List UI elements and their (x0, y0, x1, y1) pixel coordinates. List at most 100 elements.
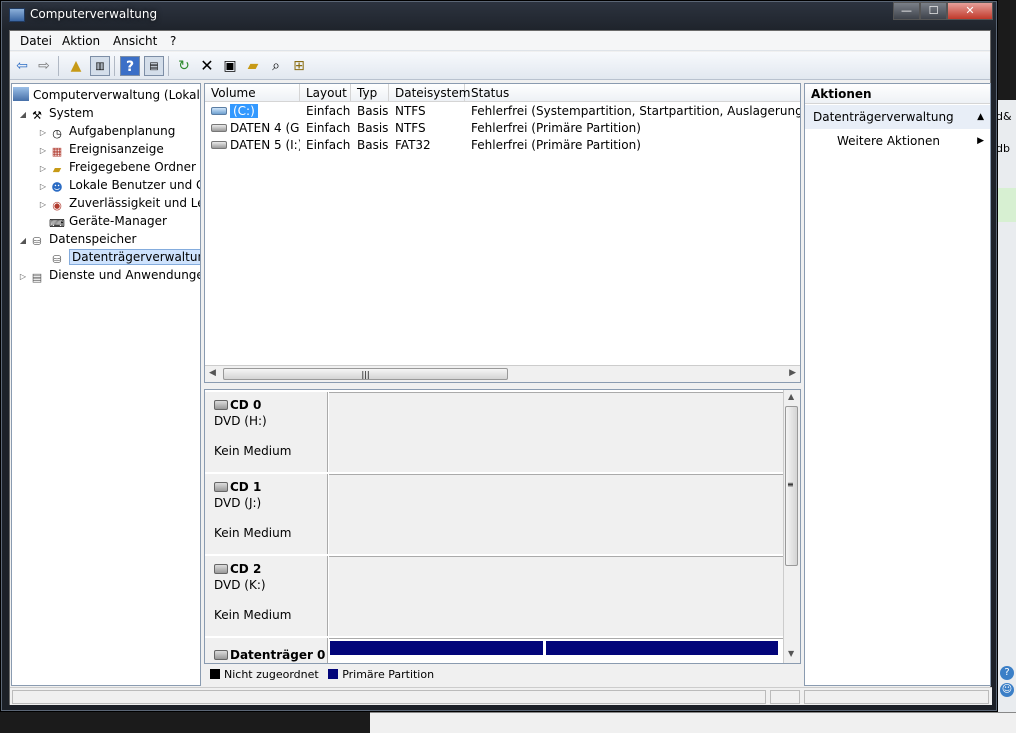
expand-arrow-icon[interactable]: ▷ (17, 268, 29, 286)
tree-item-dienste[interactable]: ▷ ▤ Dienste und Anwendungen (17, 266, 200, 286)
services-icon: ▤ (31, 271, 43, 284)
primary-partition-bar[interactable] (330, 641, 543, 655)
shared-folder-icon: ▰ (52, 163, 62, 176)
tree-item-geraete-manager[interactable]: ⌨ Geräte-Manager (49, 212, 167, 230)
disk-row[interactable]: Datenträger 0 (205, 638, 783, 663)
legend-unallocated: Nicht zugeordnet (224, 668, 319, 681)
volume-icon (211, 141, 227, 149)
disk-management-icon: ⛁ (52, 253, 62, 266)
show-hide-tree-icon[interactable]: ▥ (90, 56, 110, 76)
forward-arrow-icon[interactable]: ⇨ (34, 56, 54, 76)
status-pane (770, 690, 800, 704)
disk-partition-area[interactable] (329, 638, 783, 663)
show-hide-action-pane-icon[interactable]: ▤ (144, 56, 164, 76)
tree-item-root[interactable]: Computerverwaltung (Lokal) (13, 86, 200, 104)
back-arrow-icon[interactable]: ⇦ (12, 56, 32, 76)
disk-row[interactable]: CD 1 DVD (J:) Kein Medium (205, 474, 783, 554)
users-icon: ☻ (51, 181, 63, 194)
volume-icon (211, 107, 227, 115)
help-icon[interactable]: ? (120, 56, 140, 76)
tree-item-datenspeicher[interactable]: ◢ ⛁ Datenspeicher (17, 230, 136, 248)
search-disk-icon[interactable]: ⌕ (266, 56, 286, 76)
scroll-up-icon[interactable]: ▲ (788, 392, 794, 401)
computer-icon (13, 87, 29, 101)
graphical-view-vertical-scrollbar[interactable]: ▲ ≡ ▼ (783, 390, 800, 663)
menu-help[interactable]: ? (170, 34, 176, 48)
cell-dateisystem: NTFS (395, 121, 426, 135)
export-icon[interactable]: ⊞ (289, 56, 309, 76)
table-row[interactable]: DATEN 4 (G:) Einfach Basis NTFS Fehlerfr… (205, 120, 800, 137)
column-header-layout[interactable]: Layout (300, 84, 351, 102)
scroll-right-icon[interactable]: ▶ (789, 368, 796, 378)
disk-partition-area[interactable] (329, 474, 783, 554)
collapse-icon[interactable]: ▲ (977, 105, 984, 129)
navigation-tree: Computerverwaltung (Lokal) ◢ ⚒ System ▷ ◷ Au… (11, 83, 201, 686)
volume-list-horizontal-scrollbar[interactable]: ◀ ||| ▶ (205, 365, 800, 382)
tree-item-zuverlaessigkeit[interactable]: ▷ ◉ Zuverlässigkeit und Leis (37, 194, 200, 214)
weitere-aktionen-label: Weitere Aktionen (837, 134, 940, 148)
close-button[interactable]: ✕ (947, 2, 993, 20)
table-row[interactable]: DATEN 5 (I:) Einfach Basis FAT32 Fehlerf… (205, 137, 800, 154)
open-folder-icon[interactable]: ▰ (243, 56, 263, 76)
delete-icon[interactable]: ✕ (197, 56, 217, 76)
column-header-volume[interactable]: Volume (205, 84, 300, 102)
weitere-aktionen-item[interactable]: Weitere Aktionen ▶ (805, 129, 990, 153)
status-pane (804, 690, 989, 704)
menu-ansicht[interactable]: Ansicht (113, 34, 157, 48)
toolbar: ⇦ ⇨ ▲ ▥ ? ▤ ↻ ✕ ▣ ▰ ⌕ ⊞ (10, 52, 990, 80)
tree-item-freigegebene-ordner[interactable]: ▷ ▰ Freigegebene Ordner (37, 158, 196, 176)
disk-partition-area[interactable] (329, 556, 783, 636)
title-bar[interactable]: Computerverwaltung — ☐ ✕ (1, 1, 997, 29)
collapse-arrow-icon[interactable]: ◢ (17, 232, 29, 250)
disk-type: DVD (K:) (214, 578, 266, 592)
tree-item-lokale-benutzer[interactable]: ▷☻Lokale Benutzer und Gru (37, 176, 200, 194)
disk-row[interactable]: CD 2 DVD (K:) Kein Medium (205, 556, 783, 636)
tree-item-ereignisanzeige[interactable]: ▷ ▦ Ereignisanzeige (37, 140, 164, 158)
menu-datei[interactable]: Datei (20, 34, 52, 48)
background-text-2: db (996, 142, 1010, 155)
disk-partition-area[interactable] (329, 392, 783, 472)
collapse-arrow-icon[interactable]: ◢ (17, 106, 29, 124)
menu-aktion[interactable]: Aktion (62, 34, 100, 48)
refresh-icon[interactable]: ↻ (174, 56, 194, 76)
volume-name: (C:) (230, 104, 258, 118)
cd-drive-icon (214, 564, 228, 574)
tree-item-datentraegerverwaltung[interactable]: ⛁ Datenträgerverwaltung (49, 248, 200, 266)
scroll-down-icon[interactable]: ▼ (788, 649, 794, 658)
expand-arrow-icon[interactable]: ▷ (37, 196, 49, 214)
tree-label: Freigegebene Ordner (69, 160, 196, 174)
column-header-typ[interactable]: Typ (351, 84, 389, 102)
minimize-button[interactable]: — (893, 2, 920, 20)
actions-section-datentraegerverwaltung[interactable]: Datenträgerverwaltung ▲ (805, 105, 990, 129)
scroll-thumb[interactable]: ||| (223, 368, 508, 380)
cell-status: Fehlerfrei (Systempartition, Startpartit… (471, 104, 800, 118)
properties-icon[interactable]: ▣ (220, 56, 240, 76)
disk-type: DVD (H:) (214, 414, 267, 428)
up-folder-icon[interactable]: ▲ (66, 56, 86, 76)
disk-name: CD 2 (230, 562, 262, 576)
maximize-button[interactable]: ☐ (920, 2, 947, 20)
cell-typ: Basis (357, 121, 389, 135)
disk-row[interactable]: CD 0 DVD (H:) Kein Medium (205, 392, 783, 472)
cell-status: Fehlerfrei (Primäre Partition) (471, 121, 641, 135)
tree-item-system[interactable]: ◢ ⚒ System (17, 104, 94, 122)
table-row[interactable]: (C:) Einfach Basis NTFS Fehlerfrei (Syst… (205, 103, 800, 120)
scroll-left-icon[interactable]: ◀ (209, 368, 216, 378)
tree-label: System (49, 106, 94, 120)
background-taskbar-strip (370, 712, 1016, 733)
volume-name: DATEN 5 (I:) (230, 138, 300, 152)
computer-management-icon (9, 8, 25, 22)
column-header-dateisystem[interactable]: Dateisystem (389, 84, 470, 102)
disk-medium: Kein Medium (214, 444, 292, 458)
cell-layout: Einfach (306, 121, 351, 135)
tree-item-aufgabenplanung[interactable]: ▷ ◷ Aufgabenplanung (37, 122, 175, 140)
unallocated-swatch (210, 669, 220, 679)
primary-partition-bar[interactable] (546, 641, 778, 655)
volume-list-header: Volume Layout Typ Dateisystem Status (205, 84, 800, 102)
disk-name: Datenträger 0 (230, 648, 326, 662)
disk-medium: Kein Medium (214, 608, 292, 622)
column-header-status[interactable]: Status (465, 84, 800, 102)
tree-label: Datenspeicher (49, 232, 137, 246)
status-pane (12, 690, 766, 704)
volume-list: Volume Layout Typ Dateisystem Status (C:… (204, 83, 801, 383)
